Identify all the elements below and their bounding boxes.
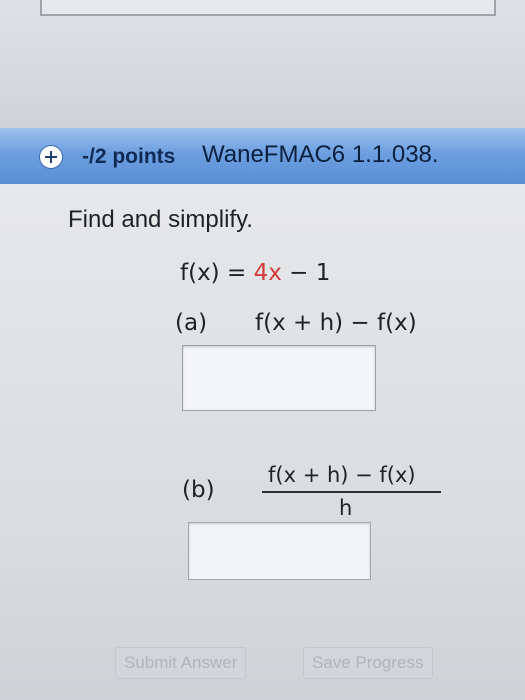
expand-plus-icon[interactable] (40, 146, 62, 168)
save-progress-button[interactable]: Save Progress (303, 647, 433, 679)
question-prompt: Find and simplify. (68, 206, 253, 233)
function-highlight: 4x (253, 260, 282, 286)
part-b-denominator: h (339, 496, 353, 520)
fraction-bar (262, 491, 441, 493)
part-a-label: (a) (175, 310, 208, 336)
function-lhs: f(x) = (180, 260, 254, 286)
part-a-expression: f(x + h) − f(x) (255, 310, 417, 336)
part-b-answer-input[interactable] (188, 522, 371, 580)
submit-answer-button[interactable]: Submit Answer (115, 647, 247, 679)
points-label: -/2 points (82, 145, 176, 168)
part-a-answer-input[interactable] (182, 345, 376, 411)
part-b-label: (b) (182, 477, 215, 503)
function-tail: − 1 (281, 260, 331, 286)
assignment-id: WaneFMAC6 1.1.038. (202, 141, 439, 168)
previous-question-area (0, 0, 525, 128)
part-b-numerator: f(x + h) − f(x) (268, 463, 416, 487)
previous-answer-box (40, 0, 496, 16)
function-definition: f(x) = 4x − 1 (180, 260, 330, 286)
